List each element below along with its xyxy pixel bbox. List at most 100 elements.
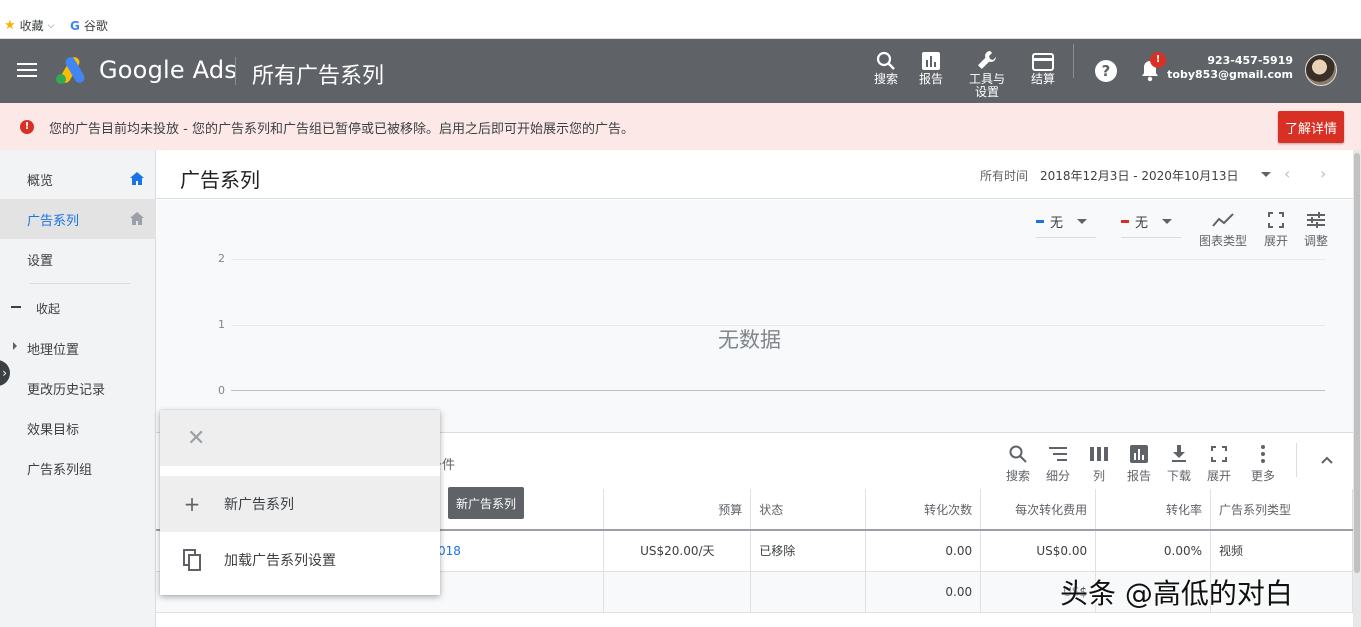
learn-more-button[interactable]: 了解详情: [1278, 111, 1344, 143]
bookmarks-bar: ★ 收藏 ⌵ G 谷歌: [0, 0, 1361, 39]
plus-icon: +: [183, 492, 201, 516]
y-tick-label: 0: [218, 384, 225, 397]
page-title: 所有广告系列: [252, 64, 385, 89]
campaign-type-cell: 视频: [1210, 530, 1353, 572]
watermark: 头条 @高低的对白: [1060, 577, 1293, 610]
budget-cell: US$20.00/天: [603, 530, 752, 572]
reports-button[interactable]: 报告: [919, 49, 943, 86]
minus-icon[interactable]: [11, 306, 21, 308]
sidebar-item-change-history[interactable]: 更改历史记录: [27, 379, 105, 398]
expand-arrow-icon[interactable]: [13, 342, 17, 350]
google-ads-logo-icon: [54, 55, 88, 85]
y-tick-label: 1: [218, 318, 225, 331]
fullscreen-icon: [1211, 441, 1227, 467]
date-range-label: 所有时间: [980, 169, 1029, 183]
divider: [1073, 44, 1074, 78]
copy-icon: [160, 549, 224, 571]
table-search-button[interactable]: 搜索: [1006, 441, 1030, 484]
column-header-cost-per-conversion[interactable]: 每次转化费用: [980, 489, 1097, 531]
metric-selector-1[interactable]: 无: [1036, 212, 1096, 238]
chart-type-button[interactable]: 图表类型: [1199, 208, 1247, 249]
warning-banner: ! 您的广告目前均未投放 - 您的广告系列和广告组已暂停或已被移除。启用之后即可…: [0, 103, 1361, 150]
scrollbar-thumb[interactable]: [1354, 153, 1360, 573]
menu-icon[interactable]: [17, 63, 37, 77]
chevron-down-icon: ⌵: [47, 20, 55, 31]
account-info[interactable]: 923-457-5919 toby853@gmail.com: [1167, 54, 1293, 82]
chevron-down-icon: [1162, 219, 1173, 224]
sidebar-item-settings[interactable]: 设置: [27, 250, 53, 269]
chevron-down-icon[interactable]: [1261, 172, 1271, 177]
bar-chart-icon: [921, 49, 941, 71]
error-icon: !: [20, 120, 34, 134]
gridline: [231, 259, 1325, 260]
column-header-status[interactable]: 状态: [750, 489, 867, 531]
divider: [30, 283, 130, 284]
more-vert-icon: [1261, 441, 1265, 467]
metric-selector-2[interactable]: 无: [1121, 212, 1181, 238]
chevron-right-icon[interactable]: ›: [1320, 164, 1326, 183]
chart-expand-button[interactable]: 展开: [1264, 208, 1288, 249]
chevron-left-icon[interactable]: ‹: [1284, 164, 1290, 183]
sidebar-item-locations[interactable]: 地理位置: [27, 339, 79, 358]
sidebar-toggle-icon[interactable]: ›: [0, 360, 10, 386]
load-campaign-settings-menu-item[interactable]: 加载广告系列设置: [160, 532, 440, 588]
column-header-conversions[interactable]: 转化次数: [865, 489, 982, 531]
download-button[interactable]: 下载: [1167, 441, 1191, 484]
sidebar-item-goals[interactable]: 效果目标: [27, 419, 79, 438]
table-expand-button[interactable]: 展开: [1207, 441, 1231, 484]
date-range-picker[interactable]: 2018年12月3日 - 2020年10月13日: [1040, 167, 1238, 184]
section-title: 广告系列: [180, 168, 260, 192]
x-axis-line: [231, 390, 1325, 391]
bookmark-favorites[interactable]: ★ 收藏 ⌵: [4, 17, 55, 34]
divider: [235, 57, 236, 85]
account-phone: 923-457-5919: [1207, 54, 1293, 67]
columns-icon: [1090, 441, 1108, 467]
sidebar-item-overview[interactable]: 概览: [27, 170, 53, 189]
column-header-campaign-type[interactable]: 广告系列类型: [1210, 489, 1353, 531]
chevron-down-icon: [1077, 219, 1088, 224]
divider: [1296, 443, 1297, 477]
main-header: 广告系列 所有时间 2018年12月3日 - 2020年10月13日 ‹ ›: [156, 150, 1353, 199]
cost-per-conversion-cell: US$0.00: [980, 530, 1097, 572]
series-color-swatch: [1121, 220, 1129, 223]
warning-message: 您的广告目前均未投放 - 您的广告系列和广告组已暂停或已被移除。启用之后即可开始…: [49, 122, 634, 137]
sidebar: 概览 广告系列 设置 收起 地理位置 更改历史记录 效果目标 广告系列组 ›: [0, 150, 156, 627]
line-chart-icon: [1212, 208, 1234, 232]
conversions-cell: 0.00: [865, 530, 982, 572]
top-bar: Google Ads 所有广告系列 搜索 报告 工具与 设置 结算 ? ! 92…: [0, 39, 1361, 103]
total-conversions-cell: 0.00: [865, 571, 982, 613]
close-icon[interactable]: ✕: [187, 426, 205, 451]
avatar[interactable]: [1305, 54, 1337, 86]
google-icon: G: [70, 18, 80, 33]
download-icon: [1171, 441, 1187, 467]
chevron-up-icon[interactable]: [1321, 453, 1333, 468]
help-icon[interactable]: ?: [1095, 60, 1117, 82]
sidebar-item-campaigns[interactable]: 广告系列: [27, 210, 79, 229]
column-header-conversion-rate[interactable]: 转化率: [1095, 489, 1212, 531]
bookmark-google[interactable]: G 谷歌: [70, 17, 108, 34]
y-tick-label: 2: [218, 252, 225, 265]
account-email: toby853@gmail.com: [1167, 68, 1293, 81]
series-color-swatch: [1036, 220, 1044, 223]
column-header-budget[interactable]: 预算: [603, 489, 752, 531]
menu-header: ✕: [160, 410, 440, 466]
home-icon[interactable]: [130, 172, 144, 185]
chart-adjust-button[interactable]: 调整: [1304, 208, 1328, 249]
sidebar-item-campaign-groups[interactable]: 广告系列组: [27, 459, 92, 478]
billing-button[interactable]: 结算: [1031, 49, 1055, 86]
new-campaign-menu-item[interactable]: + 新广告系列: [160, 476, 440, 532]
home-icon[interactable]: [130, 212, 144, 225]
credit-card-icon: [1032, 49, 1054, 71]
segment-icon: [1049, 441, 1067, 467]
segment-button[interactable]: 细分: [1046, 441, 1070, 484]
table-reports-button[interactable]: 报告: [1127, 441, 1151, 484]
bar-chart-icon: [1130, 441, 1148, 467]
tools-settings-button[interactable]: 工具与 设置: [969, 49, 1005, 99]
star-icon: ★: [4, 18, 16, 33]
columns-button[interactable]: 列: [1090, 441, 1108, 484]
sidebar-collapse[interactable]: 收起: [36, 300, 60, 317]
search-button[interactable]: 搜索: [874, 49, 898, 86]
notifications-button[interactable]: !: [1140, 52, 1166, 86]
more-button[interactable]: 更多: [1251, 441, 1275, 484]
notification-badge: !: [1150, 52, 1166, 68]
